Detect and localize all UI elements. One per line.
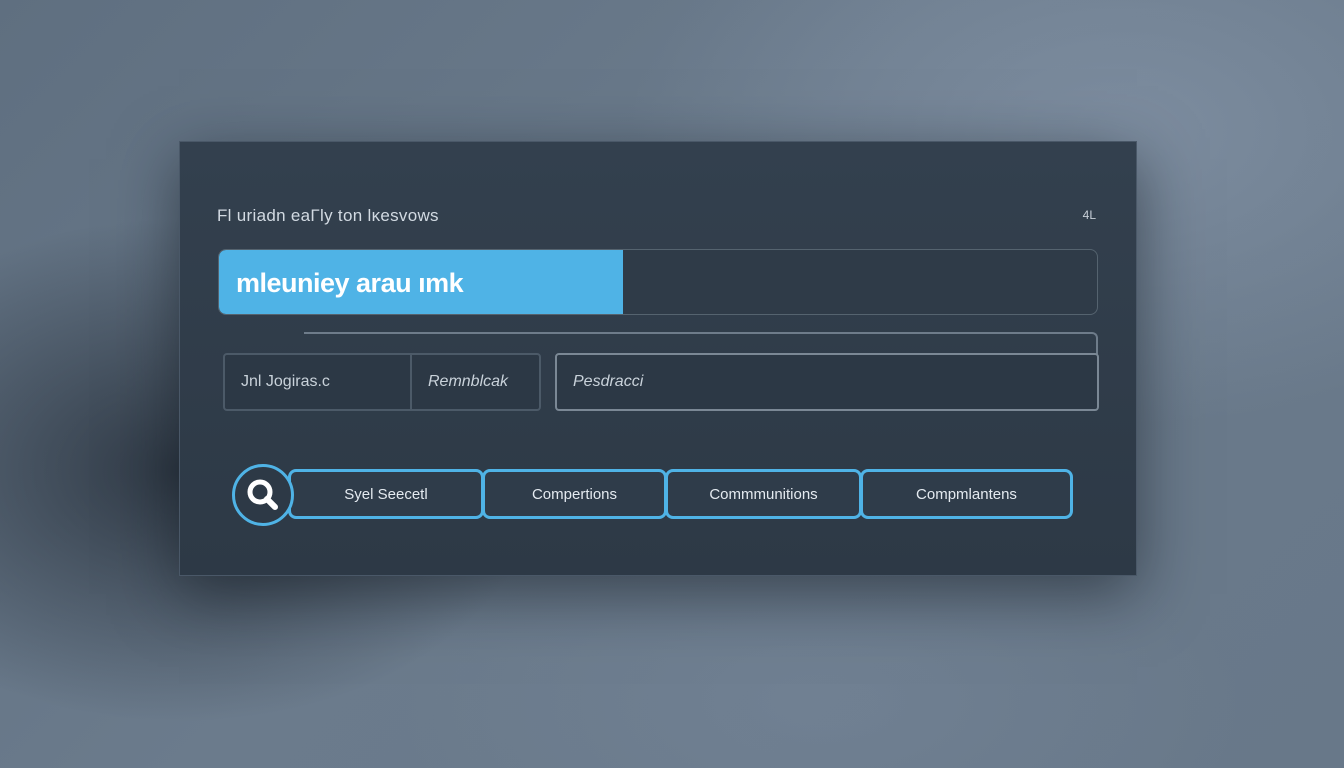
- progress-label: mleuniey arau ımk: [236, 268, 464, 298]
- corner-mark[interactable]: 4L: [1083, 208, 1096, 222]
- search-icon: [247, 479, 278, 510]
- filter-pill-1[interactable]: Syel Seecetl: [288, 469, 484, 519]
- progress-bar: mleuniey arau ımk: [218, 249, 1098, 315]
- filter-pill-4[interactable]: Compmlantens: [860, 469, 1073, 519]
- field-second[interactable]: Remnblcak: [412, 355, 539, 409]
- field-third[interactable]: Pesdracci: [555, 353, 1099, 411]
- panel-title: Fl uriadn eaΓly ton lκesvows: [217, 206, 439, 225]
- field-group: Jnl Jogiras.c Remnblcak: [223, 353, 541, 411]
- dialog-panel: Fl uriadn eaΓly ton lκesvows 4L mleuniey…: [179, 141, 1137, 576]
- search-button[interactable]: [232, 464, 294, 526]
- filter-pill-3[interactable]: Commmunitions: [665, 469, 862, 519]
- field-first[interactable]: Jnl Jogiras.c: [225, 355, 412, 409]
- divider-line: [304, 332, 1098, 354]
- filter-pill-2[interactable]: Compertions: [482, 469, 667, 519]
